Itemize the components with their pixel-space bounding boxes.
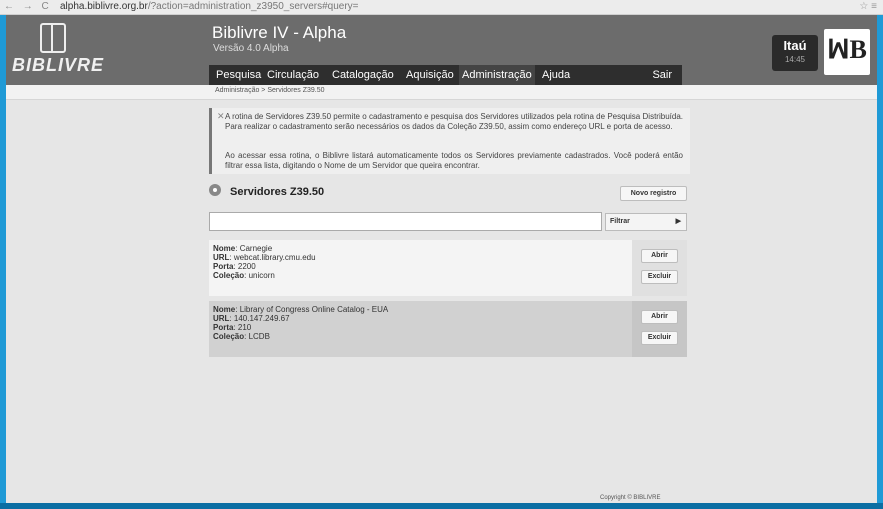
sponsor-badge: Itaú 14:45 [772, 35, 818, 71]
logout-link[interactable]: Sair [652, 65, 672, 85]
record-fields: Nome: Library of Congress Online Catalog… [213, 305, 389, 341]
menu-item-circulacao[interactable]: Circulação [267, 65, 319, 85]
info-paragraph-1: A rotina de Servidores Z39.50 permite o … [225, 112, 683, 131]
url-path: /?action=administration_z3950_servers#qu… [147, 1, 359, 12]
url-host: alpha.biblivre.org.br [60, 1, 148, 12]
clock: 14:45 [784, 55, 806, 64]
search-input[interactable] [209, 212, 602, 231]
menu-item-pesquisa[interactable]: Pesquisa [216, 65, 261, 85]
app-version: Versão 4.0 Alpha [213, 43, 289, 54]
record-actions: Abrir Excluir [632, 301, 687, 357]
delete-button[interactable]: Excluir [641, 270, 678, 284]
address-bar[interactable]: alpha.biblivre.org.br/?action=administra… [60, 0, 359, 13]
menu-item-administracao[interactable]: Administração [459, 65, 535, 85]
menu-item-ajuda[interactable]: Ajuda [542, 65, 570, 85]
close-icon[interactable]: ✕ [217, 111, 225, 121]
section-title: Servidores Z39.50 [230, 186, 325, 198]
record-name: Library of Congress Online Catalog - EUA [239, 305, 389, 314]
record-url: 140.147.249.67 [233, 314, 290, 323]
header: BIBLIVRE Biblivre IV - Alpha Versão 4.0 … [6, 15, 877, 85]
filter-label: Filtrar [610, 218, 630, 225]
field-label-port: Porta [213, 262, 234, 271]
open-button[interactable]: Abrir [641, 310, 678, 324]
record-collection: LCDB [248, 332, 270, 341]
delete-button[interactable]: Excluir [641, 331, 678, 345]
browser-toolbar: ← → C alpha.biblivre.org.br/?action=admi… [0, 0, 883, 15]
footer-copyright: Copyright © BIBLIVRE [600, 495, 661, 501]
app-title: Biblivre IV - Alpha [212, 23, 347, 42]
book-icon [40, 23, 66, 53]
window-bottom-edge [0, 503, 883, 509]
logo[interactable]: BIBLIVRE [12, 21, 103, 77]
chevron-right-icon: ▶ [675, 218, 681, 225]
logo-text: BIBLIVRE [12, 55, 105, 75]
breadcrumb-bar: Administração > Servidores Z39.50 [6, 85, 877, 100]
record-port: 2200 [237, 262, 256, 271]
page: BIBLIVRE Biblivre IV - Alpha Versão 4.0 … [6, 15, 877, 503]
info-paragraph-2: Ao acessar essa rotina, o Biblivre lista… [225, 151, 683, 170]
record-row: Nome: Carnegie URL: webcat.library.cmu.e… [209, 240, 687, 296]
field-label-name: Nome [213, 305, 236, 314]
main-menu: Pesquisa Circulação Catalogação Aquisiçã… [209, 65, 682, 85]
record-name: Carnegie [239, 244, 273, 253]
record-fields: Nome: Carnegie URL: webcat.library.cmu.e… [213, 244, 316, 280]
field-label-url: URL [213, 314, 230, 323]
record-port: 210 [237, 323, 252, 332]
field-label-collection: Coleção [213, 332, 245, 341]
record-collection: unicorn [248, 271, 275, 280]
menu-item-catalogacao[interactable]: Catalogação [332, 65, 394, 85]
info-box: ✕ A rotina de Servidores Z39.50 permite … [209, 108, 690, 174]
filter-dropdown[interactable]: Filtrar ▶ [605, 213, 687, 231]
browser-nav-icons[interactable]: ← → C [4, 0, 52, 13]
breadcrumb: Administração > Servidores Z39.50 [215, 87, 325, 94]
menu-item-aquisicao[interactable]: Aquisição [406, 65, 454, 85]
open-button[interactable]: Abrir [641, 249, 678, 263]
field-label-collection: Coleção [213, 271, 245, 280]
field-label-port: Porta [213, 323, 234, 332]
new-record-button[interactable]: Novo registro [620, 186, 687, 201]
record-actions: Abrir Excluir [632, 240, 687, 296]
sponsor-name: Itaú [783, 38, 807, 53]
field-label-url: URL [213, 253, 230, 262]
field-label-name: Nome [213, 244, 236, 253]
browser-menu-icons[interactable]: ☆ ≡ [859, 0, 877, 13]
emblem-monogram: ꟽB [827, 35, 867, 64]
library-emblem: ꟽB [824, 29, 870, 75]
location-pin-icon [209, 184, 221, 196]
record-row: Nome: Library of Congress Online Catalog… [209, 301, 687, 357]
record-url: webcat.library.cmu.edu [233, 253, 316, 262]
